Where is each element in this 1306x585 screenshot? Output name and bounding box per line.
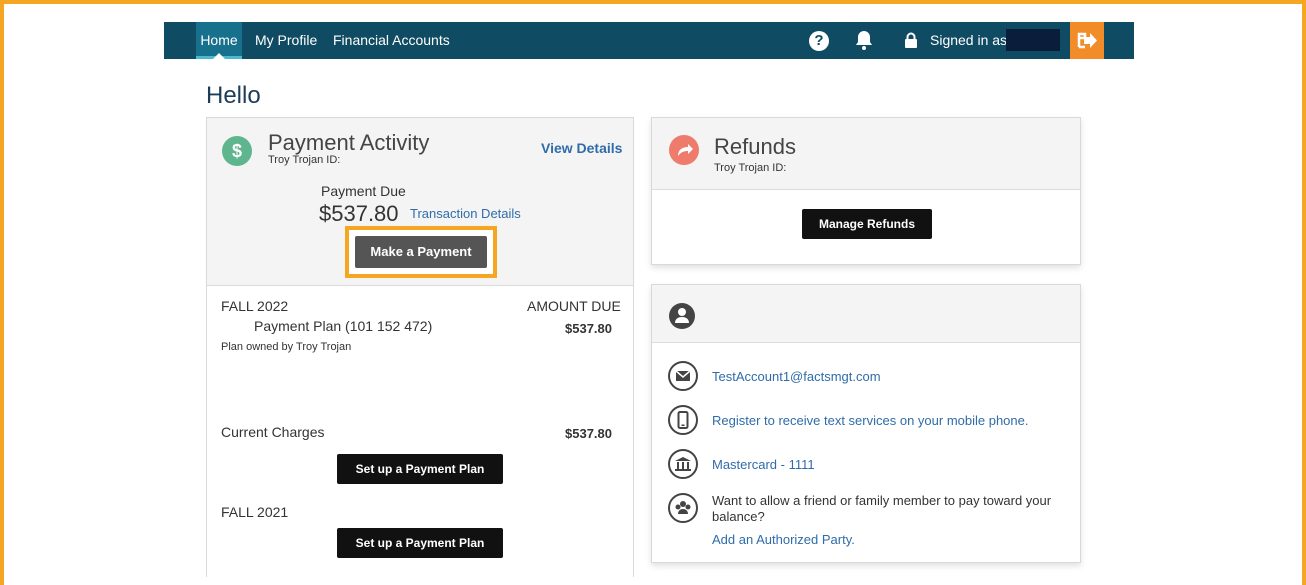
manage-refunds-button[interactable]: Manage Refunds (802, 209, 932, 239)
lock-icon (905, 32, 917, 48)
tab-my-profile[interactable]: My Profile (255, 22, 317, 59)
envelope-icon (668, 361, 698, 391)
payment-activity-title: Payment Activity (268, 130, 430, 155)
payment-activity-card: $ Payment Activity Troy Trojan ID: View … (206, 117, 634, 577)
amount-due-header: AMOUNT DUE (527, 298, 621, 314)
page-title: Hello (206, 82, 261, 109)
refunds-title: Refunds (714, 134, 796, 159)
payment-due-label: Payment Due (321, 183, 406, 199)
authorized-party-prompt: Want to allow a friend or family member … (712, 493, 1052, 524)
payment-due-amount: $537.80 (319, 201, 399, 226)
payment-plan-name: Payment Plan (101 152 472) (254, 318, 433, 334)
contact-card: TestAccount1@factsmgt.com Register to re… (651, 284, 1081, 563)
current-charges-amount: $537.80 (565, 426, 612, 441)
setup-payment-plan-button-2[interactable]: Set up a Payment Plan (337, 528, 503, 558)
view-details-link[interactable]: View Details (541, 140, 622, 156)
help-icon[interactable]: ? (809, 31, 829, 51)
bank-icon (668, 449, 698, 479)
user-name-redacted (1006, 29, 1060, 51)
top-nav: Home My Profile Financial Accounts ? Sig… (164, 22, 1134, 59)
sign-out-button[interactable] (1070, 22, 1104, 59)
tab-home[interactable]: Home (196, 22, 242, 59)
dollar-icon: $ (222, 136, 252, 166)
bank-account-link[interactable]: Mastercard - 1111 (712, 457, 815, 472)
redo-arrow-icon (669, 135, 699, 165)
group-icon (668, 493, 698, 523)
tab-financial-accounts[interactable]: Financial Accounts (333, 22, 450, 59)
term-fall-2022: FALL 2022 (221, 298, 289, 314)
student-id-label: Troy Trojan ID: (268, 154, 341, 166)
email-link[interactable]: TestAccount1@factsmgt.com (712, 369, 881, 384)
refunds-student-id: Troy Trojan ID: (714, 162, 787, 174)
sign-out-icon (1077, 32, 1097, 49)
bell-icon[interactable] (852, 28, 876, 52)
refunds-header: Refunds Troy Trojan ID: (652, 118, 1080, 190)
refunds-card: Refunds Troy Trojan ID: Manage Refunds (651, 117, 1081, 265)
current-charges-label: Current Charges (221, 424, 325, 440)
contact-header (652, 285, 1080, 343)
text-services-link[interactable]: Register to receive text services on you… (712, 413, 1029, 428)
mobile-phone-icon (668, 405, 698, 435)
term-fall-2021: FALL 2021 (221, 504, 289, 520)
add-authorized-party-link[interactable]: Add an Authorized Party. (712, 532, 855, 547)
make-payment-highlight: Make a Payment (345, 226, 497, 278)
person-icon (669, 303, 695, 329)
payment-plan-amount: $537.80 (565, 321, 612, 336)
setup-payment-plan-button[interactable]: Set up a Payment Plan (337, 454, 503, 484)
transaction-details-link[interactable]: Transaction Details (410, 206, 521, 221)
payment-activity-header: $ Payment Activity Troy Trojan ID: View … (207, 118, 633, 286)
make-payment-button[interactable]: Make a Payment (355, 236, 487, 268)
plan-owner-label: Plan owned by Troy Trojan (221, 341, 352, 353)
signed-in-label: Signed in as (930, 32, 1008, 48)
